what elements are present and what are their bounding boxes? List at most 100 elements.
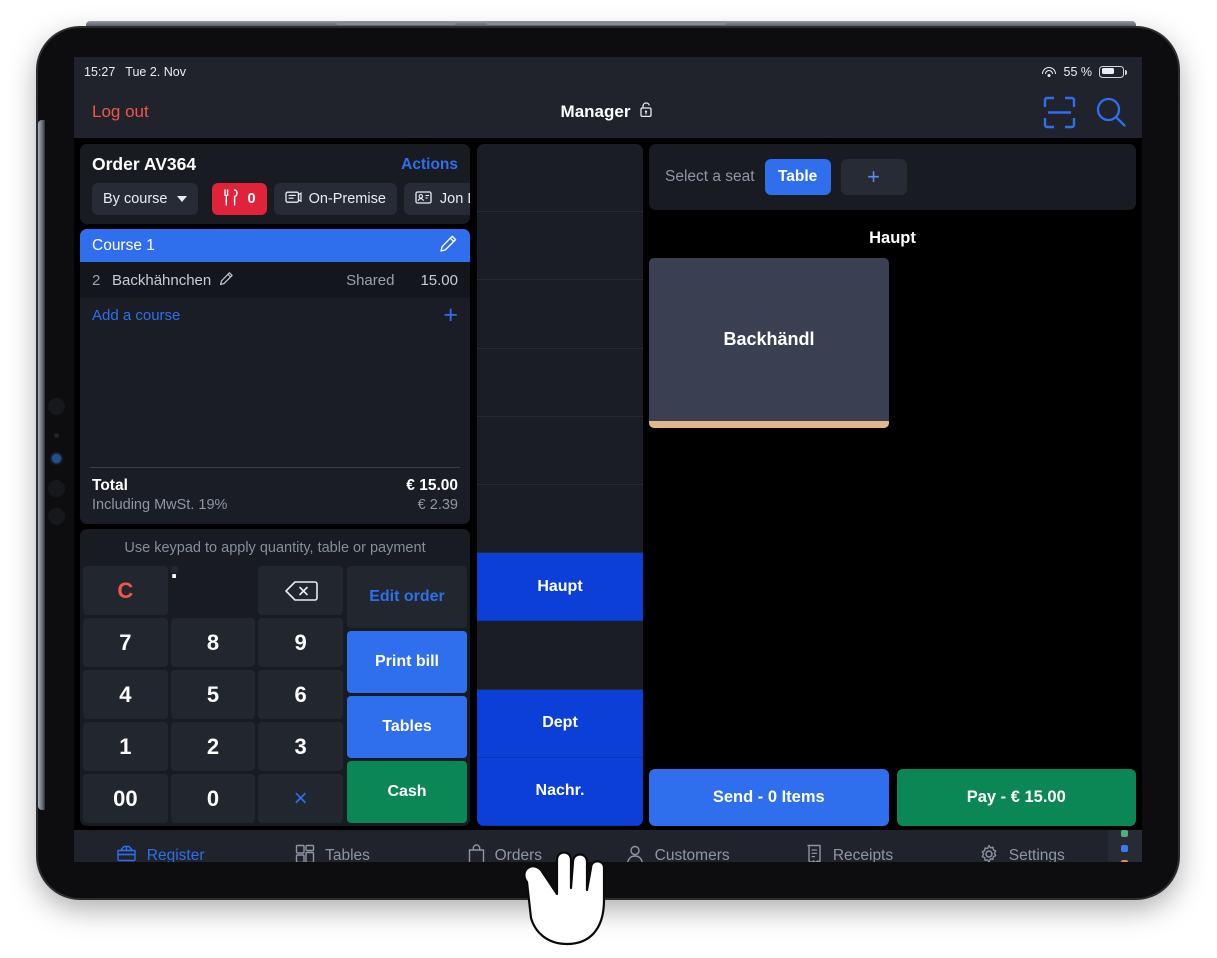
pencil-icon[interactable]	[439, 234, 458, 258]
key-1[interactable]: 1	[83, 722, 168, 771]
edit-order-button[interactable]: Edit order	[347, 566, 467, 628]
seat-selector-bar: Select a seat Table +	[649, 144, 1136, 210]
key-clear[interactable]: C	[83, 566, 168, 615]
order-actions-button[interactable]: Actions	[401, 156, 458, 174]
tablet-screen: 15:27 Tue 2. Nov 55 % Log out Manager Or…	[74, 57, 1142, 862]
cutlery-icon	[223, 188, 239, 210]
print-bill-button[interactable]: Print bill	[347, 631, 467, 693]
key-6[interactable]: 6	[258, 670, 343, 719]
device-mic-hole	[54, 433, 59, 438]
pencil-icon[interactable]	[219, 271, 234, 290]
page-title: Manager	[508, 101, 708, 123]
line-seat: Shared	[346, 271, 395, 289]
status-dot-column	[1107, 830, 1142, 862]
tables-button[interactable]: Tables	[347, 696, 467, 758]
keypad-card: Use keypad to apply quantity, table or p…	[80, 529, 470, 826]
device-speaker-hole	[48, 508, 65, 525]
key-3[interactable]: 3	[258, 722, 343, 771]
key-00[interactable]: 00	[83, 774, 168, 823]
order-panel: Order AV364 Actions By course 0 On-Premi…	[74, 138, 474, 830]
total-value: € 15.00	[406, 477, 458, 494]
by-course-select[interactable]: By course	[92, 183, 199, 215]
seat-selector-label: Select a seat	[665, 168, 755, 185]
status-dot-1	[1121, 830, 1129, 837]
category-column: Haupt Dept Nachr.	[474, 138, 646, 830]
order-type-chip[interactable]: On-Premise	[273, 183, 397, 215]
page-title-label: Manager	[560, 102, 631, 121]
guest-count-badge[interactable]: 0	[212, 183, 267, 215]
tab-settings[interactable]: Settings	[936, 844, 1108, 862]
id-badge-icon	[415, 190, 433, 209]
keypad-grid: C . 7 8 9 4 5 6 1 2 3 00 0 × Edit order …	[80, 554, 470, 826]
cash-button[interactable]: Cash	[347, 761, 467, 823]
wifi-icon	[1042, 66, 1057, 78]
key-multiply[interactable]: ×	[258, 774, 343, 823]
keypad-hint: Use keypad to apply quantity, table or p…	[124, 540, 426, 556]
key-4[interactable]: 4	[83, 670, 168, 719]
receipt-list-icon	[806, 844, 823, 862]
order-header: Order AV364 Actions	[80, 144, 470, 183]
category-cell-empty[interactable]	[477, 212, 643, 281]
order-chip-row: By course 0 On-Premise Jon	[80, 183, 470, 224]
employee-chip[interactable]: Jon D	[403, 183, 470, 215]
key-8[interactable]: 8	[170, 618, 256, 667]
unlocked-padlock-icon[interactable]	[640, 101, 655, 123]
line-price: 15.00	[420, 271, 458, 289]
tab-receipts[interactable]: Receipts	[763, 844, 935, 862]
tablet-left-rail	[38, 120, 45, 810]
hand-cursor	[505, 838, 645, 948]
numeric-keys: C . 7 8 9 4 5 6 1 2 3 00 0 ×	[83, 554, 343, 823]
status-dot-2	[1121, 845, 1129, 852]
category-cell-empty[interactable]	[477, 280, 643, 349]
key-9[interactable]: 9	[258, 618, 343, 667]
key-0[interactable]: 0	[170, 774, 256, 823]
plus-icon[interactable]: +	[840, 159, 907, 195]
key-7[interactable]: 7	[83, 618, 168, 667]
product-grid: Backhändl	[649, 258, 1136, 428]
order-lines-card: Course 1 2 Backhähnchen Shared 15.00 Add…	[80, 229, 470, 524]
bag-icon	[468, 843, 485, 862]
line-name: Backhähnchen	[112, 271, 212, 289]
device-camera-lens	[52, 454, 61, 463]
add-course-button[interactable]: Add a course +	[80, 298, 470, 333]
category-cell-empty[interactable]	[477, 621, 643, 690]
order-empty-space	[80, 333, 470, 467]
pay-button[interactable]: Pay - € 15.00	[896, 769, 1136, 826]
order-line-item[interactable]: 2 Backhähnchen Shared 15.00	[80, 262, 470, 298]
panel-action-buttons: Send - 0 Items Pay - € 15.00	[649, 769, 1136, 826]
tab-tables[interactable]: Tables	[246, 844, 418, 862]
seat-table-button[interactable]: Table	[764, 159, 831, 195]
gear-icon	[979, 844, 999, 862]
device-speaker-hole	[48, 480, 65, 497]
course-label: Course 1	[92, 236, 155, 254]
category-cell-empty[interactable]	[477, 144, 643, 213]
category-cell-dept[interactable]: Dept	[477, 689, 643, 758]
employee-name: Jon D	[439, 191, 470, 207]
category-cell-empty[interactable]	[477, 417, 643, 486]
receipt-icon	[284, 190, 302, 209]
search-icon[interactable]	[1094, 95, 1128, 129]
guest-count-value: 0	[247, 191, 256, 207]
by-course-label: By course	[103, 191, 168, 207]
order-type-label: On-Premise	[308, 191, 386, 207]
category-cell-empty[interactable]	[477, 485, 643, 554]
backspace-icon[interactable]	[258, 566, 343, 615]
product-tile-backhaendl[interactable]: Backhändl	[649, 258, 889, 428]
logout-button[interactable]: Log out	[92, 102, 149, 122]
category-cell-nachr[interactable]: Nachr.	[477, 757, 643, 826]
cash-register-icon	[116, 844, 137, 862]
key-decimal[interactable]: .	[171, 554, 178, 584]
send-button[interactable]: Send - 0 Items	[649, 769, 889, 826]
order-id: Order AV364	[92, 154, 197, 174]
order-card: Order AV364 Actions By course 0 On-Premi…	[80, 144, 470, 224]
tab-label-customers: Customers	[654, 847, 730, 862]
key-2[interactable]: 2	[170, 722, 256, 771]
tab-register[interactable]: Register	[74, 844, 246, 862]
course-row[interactable]: Course 1	[80, 229, 470, 262]
barcode-scanner-icon[interactable]	[1043, 96, 1076, 129]
key-5[interactable]: 5	[170, 670, 256, 719]
category-cell-haupt[interactable]: Haupt	[477, 553, 643, 622]
category-cell-empty[interactable]	[477, 349, 643, 417]
chevron-down-icon	[177, 196, 188, 202]
tax-value: € 2.39	[417, 497, 458, 513]
